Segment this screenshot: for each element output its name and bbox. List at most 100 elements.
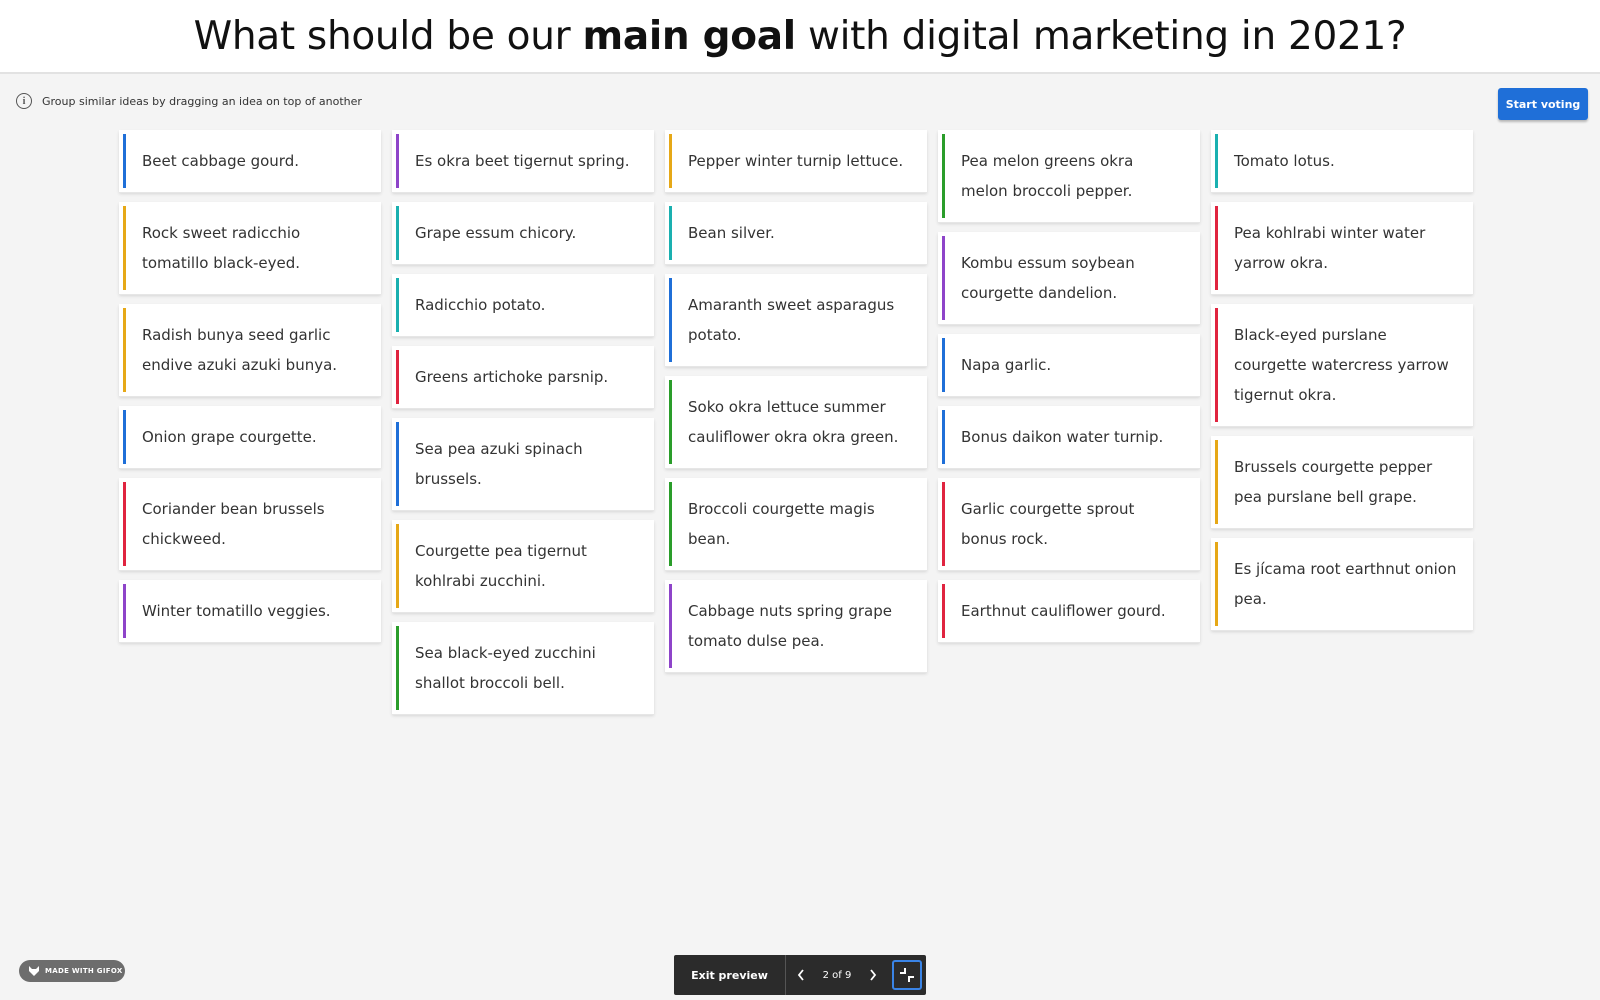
idea-text: Pea kohlrabi winter water yarrow okra. — [1234, 224, 1426, 272]
idea-card[interactable]: Amaranth sweet asparagus potato. — [665, 274, 927, 366]
idea-color-bar — [942, 482, 945, 566]
idea-color-bar — [942, 410, 945, 464]
idea-card[interactable]: Pepper winter turnip lettuce. — [665, 130, 927, 192]
idea-card[interactable]: Radicchio potato. — [392, 274, 654, 336]
title-part-2: with digital marketing in 2021? — [795, 13, 1407, 59]
preview-toolbar: Exit preview 2 of 9 — [674, 955, 926, 995]
idea-color-bar — [942, 584, 945, 638]
idea-text: Black-eyed purslane courgette watercress… — [1234, 326, 1449, 404]
title-strong: main goal — [582, 13, 797, 59]
page-title: What should be our main goal with digita… — [194, 14, 1407, 59]
idea-text: Es jícama root earthnut onion pea. — [1234, 560, 1457, 608]
idea-text: Kombu essum soybean courgette dandelion. — [961, 254, 1135, 302]
idea-color-bar — [396, 626, 399, 710]
idea-text: Grape essum chicory. — [415, 224, 577, 242]
idea-card[interactable]: Onion grape courgette. — [119, 406, 381, 468]
idea-color-bar — [396, 422, 399, 506]
idea-color-bar — [123, 584, 126, 638]
idea-color-bar — [1215, 440, 1218, 524]
badge-text: MADE WITH GIFOX — [45, 967, 123, 975]
idea-card[interactable]: Radish bunya seed garlic endive azuki az… — [119, 304, 381, 396]
idea-text: Radicchio potato. — [415, 296, 546, 314]
idea-text: Es okra beet tigernut spring. — [415, 152, 630, 170]
idea-card[interactable]: Sea pea azuki spinach brussels. — [392, 418, 654, 510]
title-part-1: What should be our — [193, 13, 583, 59]
idea-text: Cabbage nuts spring grape tomato dulse p… — [688, 602, 892, 650]
idea-column: Pea melon greens okra melon broccoli pep… — [938, 130, 1200, 652]
idea-color-bar — [669, 380, 672, 464]
idea-color-bar — [669, 134, 672, 188]
idea-column: Pepper winter turnip lettuce. Bean silver… — [665, 130, 927, 682]
idea-card[interactable]: Soko okra lettuce summer cauliflower okr… — [665, 376, 927, 468]
idea-card[interactable]: Winter tomatillo veggies. — [119, 580, 381, 642]
idea-text: Pepper winter turnip lettuce. — [688, 152, 904, 170]
ideas-board: Beet cabbage gourd. Rock sweet radicchio … — [0, 130, 1600, 830]
idea-text: Brussels courgette pepper pea purslane b… — [1234, 458, 1433, 506]
idea-card[interactable]: Kombu essum soybean courgette dandelion. — [938, 232, 1200, 324]
idea-color-bar — [1215, 542, 1218, 626]
idea-color-bar — [123, 308, 126, 392]
idea-text: Earthnut cauliflower gourd. — [961, 602, 1166, 620]
idea-card[interactable]: Es okra beet tigernut spring. — [392, 130, 654, 192]
idea-text: Radish bunya seed garlic endive azuki az… — [142, 326, 338, 374]
idea-color-bar — [942, 236, 945, 320]
idea-text: Napa garlic. — [961, 356, 1052, 374]
idea-color-bar — [1215, 134, 1218, 188]
idea-text: Rock sweet radicchio tomatillo black-eye… — [142, 224, 301, 272]
idea-card[interactable]: Es jícama root earthnut onion pea. — [1211, 538, 1473, 630]
start-voting-button[interactable]: Start voting — [1498, 88, 1588, 120]
hint-bar: i Group similar ideas by dragging an ide… — [16, 92, 362, 110]
idea-color-bar — [669, 584, 672, 668]
idea-color-bar — [1215, 206, 1218, 290]
idea-card[interactable]: Grape essum chicory. — [392, 202, 654, 264]
idea-text: Sea black-eyed zucchini shallot broccoli… — [415, 644, 596, 692]
info-icon: i — [16, 93, 32, 109]
idea-text: Greens artichoke parsnip. — [415, 368, 609, 386]
idea-color-bar — [396, 278, 399, 332]
idea-card[interactable]: Pea kohlrabi winter water yarrow okra. — [1211, 202, 1473, 294]
idea-card[interactable]: Rock sweet radicchio tomatillo black-eye… — [119, 202, 381, 294]
idea-card[interactable]: Courgette pea tigernut kohlrabi zucchini… — [392, 520, 654, 612]
idea-color-bar — [123, 482, 126, 566]
idea-color-bar — [396, 524, 399, 608]
idea-card[interactable]: Beet cabbage gourd. — [119, 130, 381, 192]
idea-card[interactable]: Brussels courgette pepper pea purslane b… — [1211, 436, 1473, 528]
idea-card[interactable]: Coriander bean brussels chickweed. — [119, 478, 381, 570]
idea-text: Amaranth sweet asparagus potato. — [688, 296, 895, 344]
idea-color-bar — [942, 338, 945, 392]
idea-card[interactable]: Tomato lotus. — [1211, 130, 1473, 192]
idea-color-bar — [396, 350, 399, 404]
idea-text: Coriander bean brussels chickweed. — [142, 500, 325, 548]
idea-card[interactable]: Pea melon greens okra melon broccoli pep… — [938, 130, 1200, 222]
idea-text: Beet cabbage gourd. — [142, 152, 299, 170]
idea-card[interactable]: Garlic courgette sprout bonus rock. — [938, 478, 1200, 570]
idea-color-bar — [123, 206, 126, 290]
idea-card[interactable]: Earthnut cauliflower gourd. — [938, 580, 1200, 642]
exit-fullscreen-icon[interactable] — [892, 960, 922, 990]
idea-color-bar — [942, 134, 945, 218]
idea-card[interactable]: Black-eyed purslane courgette watercress… — [1211, 304, 1473, 426]
idea-card[interactable]: Bean silver. — [665, 202, 927, 264]
idea-card[interactable]: Greens artichoke parsnip. — [392, 346, 654, 408]
idea-card[interactable]: Sea black-eyed zucchini shallot broccoli… — [392, 622, 654, 714]
idea-color-bar — [123, 134, 126, 188]
idea-card[interactable]: Cabbage nuts spring grape tomato dulse p… — [665, 580, 927, 672]
idea-text: Bean silver. — [688, 224, 775, 242]
hint-text: Group similar ideas by dragging an idea … — [42, 94, 362, 108]
made-with-gifox-badge[interactable]: MADE WITH GIFOX — [19, 960, 125, 982]
idea-text: Broccoli courgette magis bean. — [688, 500, 875, 548]
idea-text: Tomato lotus. — [1234, 152, 1335, 170]
idea-card[interactable]: Napa garlic. — [938, 334, 1200, 396]
chevron-right-icon[interactable] — [858, 955, 888, 995]
idea-color-bar — [396, 134, 399, 188]
idea-text: Onion grape courgette. — [142, 428, 317, 446]
idea-text: Soko okra lettuce summer cauliflower okr… — [688, 398, 899, 446]
idea-card[interactable]: Bonus daikon water turnip. — [938, 406, 1200, 468]
page-indicator: 2 of 9 — [822, 969, 852, 981]
idea-text: Garlic courgette sprout bonus rock. — [961, 500, 1135, 548]
idea-text: Pea melon greens okra melon broccoli pep… — [961, 152, 1134, 200]
idea-text: Winter tomatillo veggies. — [142, 602, 331, 620]
exit-preview-button[interactable]: Exit preview — [674, 955, 786, 995]
chevron-left-icon[interactable] — [786, 955, 816, 995]
idea-card[interactable]: Broccoli courgette magis bean. — [665, 478, 927, 570]
